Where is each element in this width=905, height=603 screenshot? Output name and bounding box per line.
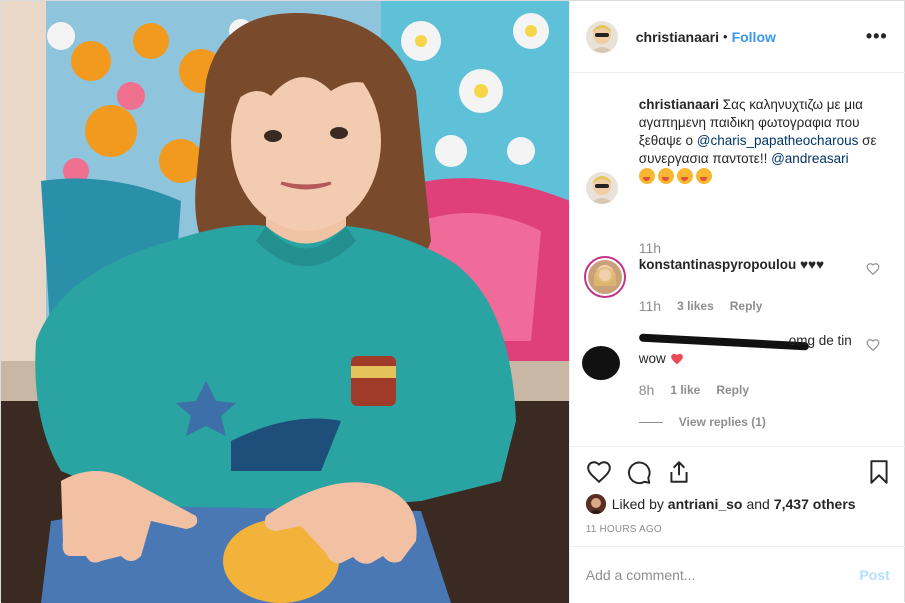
view-replies-button[interactable]: View replies (1): [638, 415, 766, 429]
author-avatar[interactable]: [585, 20, 618, 53]
caption-time[interactable]: 11h: [639, 240, 661, 256]
post-photo[interactable]: [1, 1, 569, 603]
add-comment-form: Post: [569, 546, 905, 603]
like-comment-heart-icon[interactable]: [866, 262, 880, 276]
follow-button[interactable]: Follow: [732, 29, 776, 45]
savoring-face-emoji: [695, 168, 712, 184]
liked-by-and: and: [746, 496, 770, 512]
view-replies-label: View replies (1): [678, 415, 766, 429]
caption-emojis: [638, 168, 715, 184]
add-comment-input[interactable]: [585, 567, 860, 583]
comment-bubble-icon[interactable]: [626, 459, 652, 485]
comment-message: ♥♥♥: [800, 257, 825, 272]
commenter-avatar[interactable]: [581, 346, 620, 380]
caption-text: christianaari Σας καληνυχτιζω με μια αγα…: [638, 96, 884, 186]
comments-list[interactable]: christianaari Σας καληνυχτιζω με μια αγα…: [570, 74, 905, 446]
red-heart-icon: [670, 353, 683, 365]
reply-button[interactable]: Reply: [730, 299, 763, 313]
comment-text: omg de tin wow: [639, 332, 859, 368]
caption-mention-andreasari[interactable]: @andreasari: [771, 151, 849, 166]
post-actions: Liked by antriani_so and 7,437 others 11 H…: [569, 446, 905, 546]
liked-by-summary: Liked by antriani_so and 7,437 others: [585, 494, 856, 514]
save-bookmark-icon[interactable]: [866, 459, 892, 485]
liked-by-others[interactable]: 7,437 others: [774, 496, 856, 512]
comment-username[interactable]: konstantinaspyropoulou: [639, 257, 797, 272]
comment-meta: 8h 1 like Reply: [639, 382, 765, 398]
savoring-face-emoji: [638, 168, 655, 184]
view-replies-line: [638, 421, 663, 423]
share-icon[interactable]: [666, 459, 692, 485]
savoring-face-emoji: [676, 168, 693, 184]
header-separator: •: [723, 29, 728, 44]
liked-by-prefix: Liked by: [611, 496, 664, 512]
comment-likes[interactable]: 3 likes: [677, 299, 714, 313]
more-options-icon[interactable]: •••: [866, 27, 888, 45]
post-timestamp[interactable]: 11 HOURS AGO: [586, 524, 662, 535]
liker-username[interactable]: antriani_so: [668, 496, 743, 512]
comment-time[interactable]: 8h: [639, 382, 655, 398]
instagram-post: christianaari • Follow ••• christianaari…: [0, 0, 905, 603]
liker-avatar[interactable]: [585, 494, 606, 514]
story-ring[interactable]: [583, 256, 626, 298]
post-comment-button[interactable]: Post: [859, 567, 889, 583]
reply-button[interactable]: Reply: [716, 383, 749, 397]
author-username[interactable]: christianaari: [636, 29, 719, 45]
comment-likes[interactable]: 1 like: [670, 383, 700, 397]
caption-author-avatar[interactable]: [585, 172, 618, 204]
like-comment-heart-icon[interactable]: [866, 338, 880, 352]
caption-username[interactable]: christianaari: [639, 97, 719, 112]
comment-text: konstantinaspyropoulou ♥♥♥: [639, 256, 859, 274]
commenter-avatar[interactable]: [587, 260, 622, 294]
action-icons-bar: [586, 459, 890, 485]
child-portrait-image: [1, 1, 569, 603]
comment-time[interactable]: 11h: [639, 298, 661, 314]
caption-mention-charis[interactable]: @charis_papatheocharous: [697, 133, 859, 148]
savoring-face-emoji: [657, 168, 674, 184]
post-header: christianaari • Follow •••: [569, 1, 905, 73]
like-heart-icon[interactable]: [586, 459, 612, 485]
post-side-panel: christianaari • Follow ••• christianaari…: [568, 1, 905, 603]
comment-meta: 11h 3 likes Reply: [639, 298, 779, 314]
